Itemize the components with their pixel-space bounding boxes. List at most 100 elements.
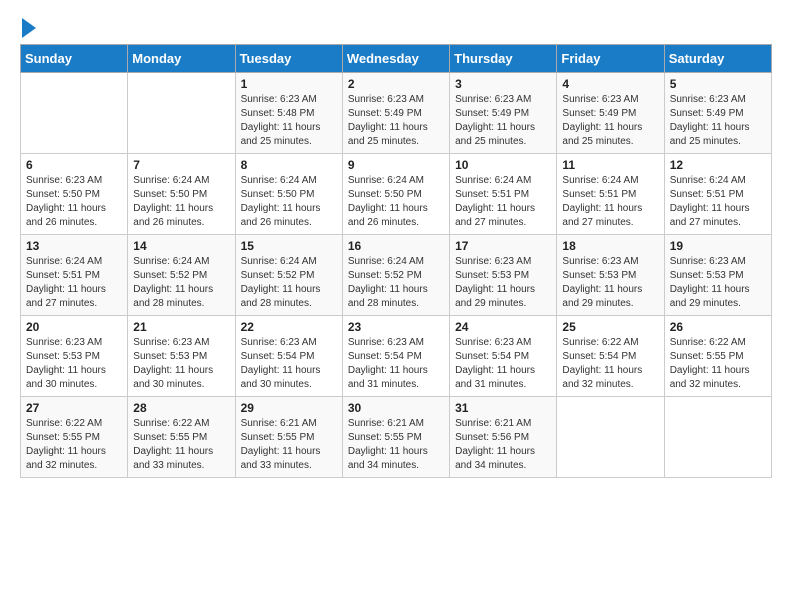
calendar-cell xyxy=(21,73,128,154)
calendar-cell: 3 Sunrise: 6:23 AM Sunset: 5:49 PM Daylig… xyxy=(450,73,557,154)
calendar-cell: 24 Sunrise: 6:23 AM Sunset: 5:54 PM Dayli… xyxy=(450,316,557,397)
calendar-cell: 18 Sunrise: 6:23 AM Sunset: 5:53 PM Dayli… xyxy=(557,235,664,316)
calendar-cell: 30Sunrise: 6:21 AM Sunset: 5:55 PM Dayli… xyxy=(342,397,449,478)
day-info: Sunrise: 6:23 AM Sunset: 5:53 PM Dayligh… xyxy=(455,255,551,311)
day-number: 19 xyxy=(670,239,766,253)
day-number: 7 xyxy=(133,158,229,172)
day-number: 22 xyxy=(241,320,337,334)
day-header-monday: Monday xyxy=(128,45,235,73)
day-info: Sunrise: 6:24 AM Sunset: 5:51 PM Dayligh… xyxy=(562,174,658,230)
day-info: Sunrise: 6:23 AM Sunset: 5:53 PM Dayligh… xyxy=(133,336,229,392)
day-info: Sunrise: 6:23 AM Sunset: 5:53 PM Dayligh… xyxy=(562,255,658,311)
calendar-cell: 11 Sunrise: 6:24 AM Sunset: 5:51 PM Dayli… xyxy=(557,154,664,235)
day-number: 25 xyxy=(562,320,658,334)
day-info: Sunrise: 6:24 AM Sunset: 5:52 PM Dayligh… xyxy=(348,255,444,311)
calendar-cell: 6 Sunrise: 6:23 AM Sunset: 5:50 PM Daylig… xyxy=(21,154,128,235)
day-number: 10 xyxy=(455,158,551,172)
day-info: Sunrise: 6:24 AM Sunset: 5:50 PM Dayligh… xyxy=(348,174,444,230)
day-header-saturday: Saturday xyxy=(664,45,771,73)
day-info: Sunrise: 6:23 AM Sunset: 5:49 PM Dayligh… xyxy=(670,93,766,149)
day-number: 23 xyxy=(348,320,444,334)
calendar-cell: 5 Sunrise: 6:23 AM Sunset: 5:49 PM Daylig… xyxy=(664,73,771,154)
calendar-cell: 2 Sunrise: 6:23 AM Sunset: 5:49 PM Daylig… xyxy=(342,73,449,154)
day-info: Sunrise: 6:24 AM Sunset: 5:51 PM Dayligh… xyxy=(670,174,766,230)
calendar-cell: 10 Sunrise: 6:24 AM Sunset: 5:51 PM Dayli… xyxy=(450,154,557,235)
day-info: Sunrise: 6:23 AM Sunset: 5:49 PM Dayligh… xyxy=(455,93,551,149)
day-number: 26 xyxy=(670,320,766,334)
day-info: Sunrise: 6:23 AM Sunset: 5:54 PM Dayligh… xyxy=(348,336,444,392)
calendar-cell: 21 Sunrise: 6:23 AM Sunset: 5:53 PM Dayli… xyxy=(128,316,235,397)
calendar-cell: 8 Sunrise: 6:24 AM Sunset: 5:50 PM Daylig… xyxy=(235,154,342,235)
calendar-cell: 31 Sunrise: 6:21 AM Sunset: 5:56 PM Dayli… xyxy=(450,397,557,478)
day-number: 29 xyxy=(241,401,337,415)
day-info: Sunrise: 6:22 AM Sunset: 5:55 PM Dayligh… xyxy=(670,336,766,392)
day-number: 15 xyxy=(241,239,337,253)
calendar-cell: 26 Sunrise: 6:22 AM Sunset: 5:55 PM Dayli… xyxy=(664,316,771,397)
day-number: 16 xyxy=(348,239,444,253)
day-header-thursday: Thursday xyxy=(450,45,557,73)
calendar-cell: 19 Sunrise: 6:23 AM Sunset: 5:53 PM Dayli… xyxy=(664,235,771,316)
page-header xyxy=(20,20,772,34)
day-number: 24 xyxy=(455,320,551,334)
calendar-cell: 28Sunrise: 6:22 AM Sunset: 5:55 PM Dayli… xyxy=(128,397,235,478)
day-info: Sunrise: 6:24 AM Sunset: 5:50 PM Dayligh… xyxy=(241,174,337,230)
calendar-cell: 20Sunrise: 6:23 AM Sunset: 5:53 PM Dayli… xyxy=(21,316,128,397)
day-info: Sunrise: 6:24 AM Sunset: 5:51 PM Dayligh… xyxy=(26,255,122,311)
logo-arrow-icon xyxy=(22,18,36,38)
calendar-cell: 17 Sunrise: 6:23 AM Sunset: 5:53 PM Dayli… xyxy=(450,235,557,316)
calendar-cell: 9 Sunrise: 6:24 AM Sunset: 5:50 PM Daylig… xyxy=(342,154,449,235)
day-number: 11 xyxy=(562,158,658,172)
day-info: Sunrise: 6:23 AM Sunset: 5:48 PM Dayligh… xyxy=(241,93,337,149)
calendar-cell: 25 Sunrise: 6:22 AM Sunset: 5:54 PM Dayli… xyxy=(557,316,664,397)
calendar-cell: 7 Sunrise: 6:24 AM Sunset: 5:50 PM Daylig… xyxy=(128,154,235,235)
day-info: Sunrise: 6:22 AM Sunset: 5:55 PM Dayligh… xyxy=(26,417,122,473)
day-info: Sunrise: 6:22 AM Sunset: 5:54 PM Dayligh… xyxy=(562,336,658,392)
day-info: Sunrise: 6:21 AM Sunset: 5:56 PM Dayligh… xyxy=(455,417,551,473)
calendar-cell: 1 Sunrise: 6:23 AM Sunset: 5:48 PM Daylig… xyxy=(235,73,342,154)
day-number: 2 xyxy=(348,77,444,91)
day-info: Sunrise: 6:23 AM Sunset: 5:54 PM Dayligh… xyxy=(455,336,551,392)
day-number: 4 xyxy=(562,77,658,91)
day-info: Sunrise: 6:23 AM Sunset: 5:53 PM Dayligh… xyxy=(670,255,766,311)
day-info: Sunrise: 6:24 AM Sunset: 5:52 PM Dayligh… xyxy=(133,255,229,311)
calendar-cell: 22Sunrise: 6:23 AM Sunset: 5:54 PM Dayli… xyxy=(235,316,342,397)
day-number: 9 xyxy=(348,158,444,172)
day-number: 18 xyxy=(562,239,658,253)
day-info: Sunrise: 6:23 AM Sunset: 5:49 PM Dayligh… xyxy=(562,93,658,149)
day-number: 21 xyxy=(133,320,229,334)
day-info: Sunrise: 6:21 AM Sunset: 5:55 PM Dayligh… xyxy=(348,417,444,473)
day-info: Sunrise: 6:23 AM Sunset: 5:50 PM Dayligh… xyxy=(26,174,122,230)
logo xyxy=(20,20,36,34)
calendar-cell: 4 Sunrise: 6:23 AM Sunset: 5:49 PM Daylig… xyxy=(557,73,664,154)
calendar-table: SundayMondayTuesdayWednesdayThursdayFrid… xyxy=(20,44,772,478)
day-header-tuesday: Tuesday xyxy=(235,45,342,73)
day-number: 27 xyxy=(26,401,122,415)
calendar-cell xyxy=(557,397,664,478)
calendar-cell: 15 Sunrise: 6:24 AM Sunset: 5:52 PM Dayli… xyxy=(235,235,342,316)
day-number: 17 xyxy=(455,239,551,253)
calendar-cell: 27 Sunrise: 6:22 AM Sunset: 5:55 PM Dayli… xyxy=(21,397,128,478)
day-number: 6 xyxy=(26,158,122,172)
day-info: Sunrise: 6:24 AM Sunset: 5:51 PM Dayligh… xyxy=(455,174,551,230)
calendar-cell: 14 Sunrise: 6:24 AM Sunset: 5:52 PM Dayli… xyxy=(128,235,235,316)
calendar-cell: 29 Sunrise: 6:21 AM Sunset: 5:55 PM Dayli… xyxy=(235,397,342,478)
calendar-cell: 23 Sunrise: 6:23 AM Sunset: 5:54 PM Dayli… xyxy=(342,316,449,397)
calendar-cell xyxy=(128,73,235,154)
day-info: Sunrise: 6:24 AM Sunset: 5:52 PM Dayligh… xyxy=(241,255,337,311)
day-info: Sunrise: 6:21 AM Sunset: 5:55 PM Dayligh… xyxy=(241,417,337,473)
day-number: 13 xyxy=(26,239,122,253)
day-number: 5 xyxy=(670,77,766,91)
day-number: 31 xyxy=(455,401,551,415)
day-number: 8 xyxy=(241,158,337,172)
calendar-cell: 12 Sunrise: 6:24 AM Sunset: 5:51 PM Dayli… xyxy=(664,154,771,235)
day-number: 3 xyxy=(455,77,551,91)
day-header-friday: Friday xyxy=(557,45,664,73)
day-header-sunday: Sunday xyxy=(21,45,128,73)
day-info: Sunrise: 6:23 AM Sunset: 5:49 PM Dayligh… xyxy=(348,93,444,149)
day-number: 1 xyxy=(241,77,337,91)
day-info: Sunrise: 6:23 AM Sunset: 5:53 PM Dayligh… xyxy=(26,336,122,392)
day-number: 12 xyxy=(670,158,766,172)
day-info: Sunrise: 6:24 AM Sunset: 5:50 PM Dayligh… xyxy=(133,174,229,230)
day-number: 14 xyxy=(133,239,229,253)
calendar-cell: 16 Sunrise: 6:24 AM Sunset: 5:52 PM Dayli… xyxy=(342,235,449,316)
